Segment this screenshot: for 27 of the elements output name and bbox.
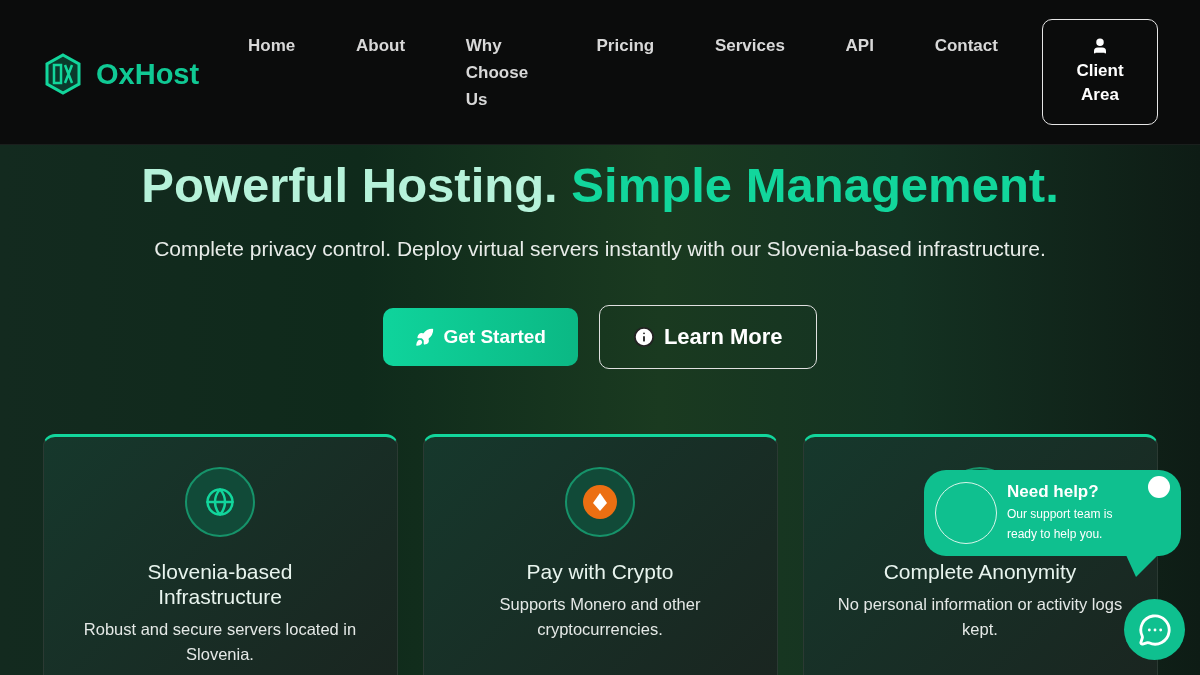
brand-name[interactable]: OxHost	[96, 57, 200, 91]
nav-link[interactable]: API	[845, 32, 874, 113]
feature-title: Pay with Crypto	[526, 559, 674, 584]
nav-link[interactable]: Why Choose Us	[465, 32, 536, 113]
learn-more-button[interactable]: Learn More	[598, 305, 817, 369]
feature-title: Slovenia-based Infrastructure	[146, 559, 294, 609]
user-icon	[1091, 37, 1109, 55]
globe-icon	[205, 487, 235, 517]
hero-subtitle: Complete privacy control. Deploy virtual servers instantly with our Slovenia-based infrastructure.	[154, 237, 1046, 261]
popup-title: Need help?	[1007, 482, 1100, 502]
client-area-button[interactable]: Client Area	[1042, 19, 1158, 125]
feature-text: No personal information or activity logs kept.	[837, 594, 1123, 640]
feature-text: Robust and secure servers located in Slovenia.	[82, 619, 358, 665]
feature-title: Complete Anonymity	[883, 559, 1077, 584]
popup-text: Our support team is ready to help you.	[1007, 506, 1114, 543]
nav-link[interactable]: Pricing	[596, 32, 655, 113]
chat-bubble-icon	[1137, 612, 1172, 647]
rocket-icon	[415, 327, 435, 347]
nav-link[interactable]: Services	[714, 32, 785, 113]
hero-title: Powerful Hosting. Simple Management.	[141, 157, 1059, 214]
nav-link[interactable]: Home	[248, 32, 296, 113]
feature-text: Supports Monero and other cryptocurrencies.	[498, 594, 702, 640]
info-icon	[632, 326, 655, 348]
logo-icon	[44, 53, 82, 95]
nav-link[interactable]: About	[355, 32, 406, 113]
nav-link[interactable]: Contact	[934, 32, 998, 113]
monero-coin-icon	[583, 485, 617, 519]
